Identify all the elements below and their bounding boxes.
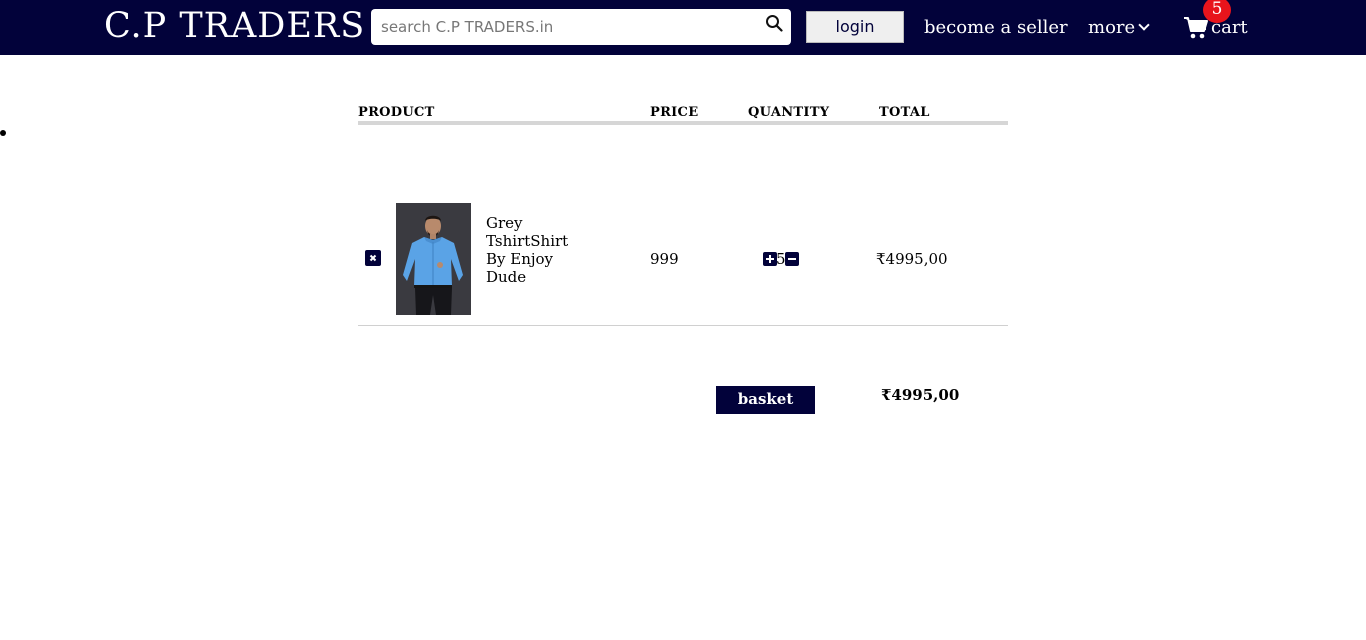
quantity-decrease-button[interactable]	[785, 252, 799, 266]
cart-icon[interactable]	[1183, 16, 1209, 40]
column-header-product: PRODUCT	[358, 105, 435, 120]
column-header-total: TOTAL	[879, 105, 930, 120]
list-bullet	[0, 130, 6, 136]
more-menu[interactable]: more	[1088, 16, 1150, 40]
more-label: more	[1088, 17, 1136, 38]
header-divider	[358, 121, 1008, 125]
quantity-increase-button[interactable]	[763, 252, 777, 266]
row-divider	[358, 325, 1008, 326]
item-price: 999	[650, 250, 679, 268]
search-bar[interactable]	[371, 9, 791, 45]
column-header-price: PRICE	[650, 105, 699, 120]
item-total: ₹4995,00	[876, 250, 948, 268]
chevron-down-icon	[1138, 19, 1150, 31]
become-seller-link[interactable]: become a seller	[924, 16, 1068, 40]
site-logo[interactable]: C.P TRADERS	[104, 5, 365, 47]
search-input[interactable]	[381, 9, 751, 45]
product-name[interactable]: Grey TshirtShirt By Enjoy Dude	[486, 214, 568, 286]
column-header-quantity: QUANTITY	[748, 105, 830, 120]
basket-total-value: ₹4995,00	[881, 386, 960, 404]
product-image	[396, 203, 471, 315]
login-button[interactable]: login	[806, 11, 904, 43]
top-navbar: C.P TRADERS login become a seller more c…	[0, 0, 1366, 55]
basket-total-label: basket total	[716, 386, 815, 435]
search-icon[interactable]	[765, 14, 783, 32]
remove-item-button[interactable]	[365, 250, 381, 266]
